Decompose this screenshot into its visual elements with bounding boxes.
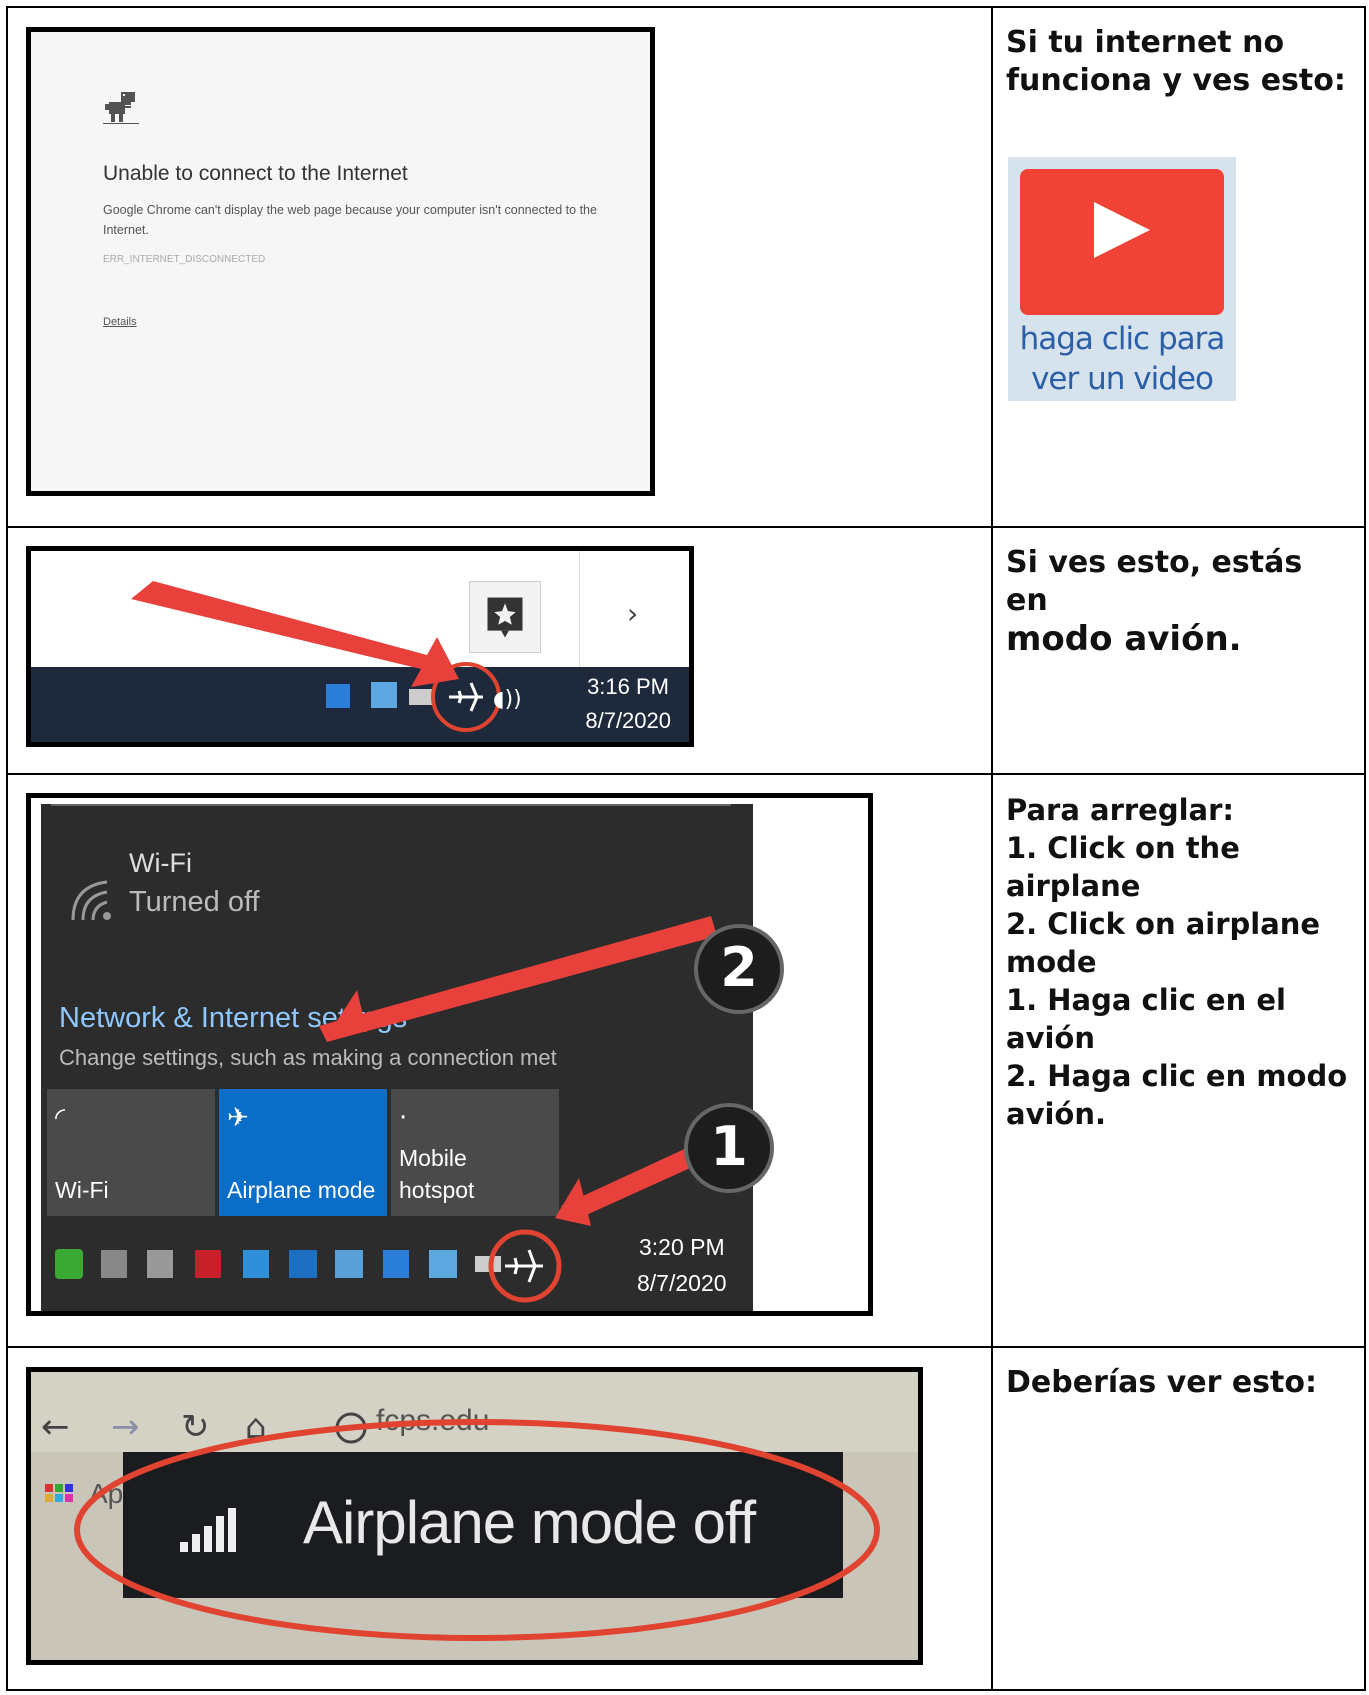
row4-image-cell: ← → ↻ ⌂ fcps.edu Ap Airplane mode off: [6, 1346, 993, 1691]
step-2-badge: 2: [694, 924, 784, 1014]
taskbar-tray-icons: [55, 916, 717, 1303]
step-1-badge: 1: [684, 1103, 774, 1193]
app-icon: [383, 1250, 409, 1278]
chrome-error-heading: Unable to connect to the Internet: [103, 162, 408, 185]
instruction-line: Para arreglar:: [1006, 793, 1235, 827]
app-icon: [147, 1250, 173, 1278]
highlight-ellipse: [74, 1419, 880, 1641]
row1-instruction-line1: Si tu internet no: [1006, 25, 1285, 60]
taskbar-airplane-screenshot: › ◖)) 3:16 PM 8/7/2020: [26, 546, 694, 747]
row2-instruction-line1: Si ves esto, estás en: [1006, 545, 1303, 618]
tray-app-icon: [371, 682, 397, 708]
row1-image-cell: Unable to connect to the Internet Google…: [6, 6, 993, 528]
red-arrow-2: [319, 916, 717, 1042]
app-icon: [101, 1250, 127, 1278]
chrome-error-description: Google Chrome can't display the web page…: [103, 203, 597, 237]
app-icon: [289, 1250, 317, 1278]
row2-text-cell: Si ves esto, estás en modo avión.: [991, 526, 1366, 775]
instruction-line: 1. Click on the: [1006, 831, 1240, 865]
row3-instructions: Para arreglar: 1. Click on the airplane …: [993, 775, 1364, 1133]
video-play-button[interactable]: haga clic para ver un video: [1008, 157, 1236, 401]
instruction-line: 1. Haga clic en el: [1006, 983, 1286, 1017]
taskbar-time: 3:16 PM: [587, 674, 669, 699]
row2-instruction: Si ves esto, estás en modo avión.: [993, 528, 1364, 658]
instruction-line: 2. Haga clic en modo: [1006, 1059, 1348, 1093]
row2-instruction-line2: modo avión.: [1006, 619, 1242, 659]
dino-icon: [103, 92, 139, 124]
app-icon: [335, 1250, 363, 1278]
details-link[interactable]: Details: [103, 316, 137, 328]
app-icon: [195, 1250, 221, 1278]
network-flyout-screenshot: Wi-Fi Turned off Network & Internet sett…: [26, 793, 873, 1316]
volume-icon: ◖)): [493, 687, 522, 712]
app-icon: [243, 1250, 269, 1278]
row4-text-cell: Deberías ver esto:: [991, 1346, 1366, 1691]
app-icon: [429, 1250, 457, 1278]
taskbar-date: 8/7/2020: [585, 708, 671, 733]
taskbar-time: 3:20 PM: [639, 1234, 725, 1260]
video-caption: haga clic para ver un video: [1008, 319, 1236, 399]
battery-icon: [475, 1256, 501, 1272]
instruction-line: avión.: [1006, 1097, 1106, 1131]
red-arrow: [131, 581, 459, 687]
row1-instruction: Si tu internet no funciona y ves esto:: [993, 8, 1364, 100]
instruction-line: mode: [1006, 945, 1097, 979]
row3-text-cell: Para arreglar: 1. Click on the airplane …: [991, 773, 1366, 1348]
instruction-line: 2. Click on airplane: [1006, 907, 1321, 941]
taskbar-date: 8/7/2020: [637, 1270, 727, 1296]
tray-app-icon: [326, 684, 350, 708]
video-caption-line2: ver un video: [1031, 361, 1214, 397]
row1-instruction-line2: funciona y ves esto:: [1006, 63, 1346, 98]
row3-image-cell: Wi-Fi Turned off Network & Internet sett…: [6, 773, 993, 1348]
instruction-line: airplane: [1006, 869, 1141, 903]
play-icon: [1094, 202, 1150, 258]
app-icon: [55, 1249, 83, 1279]
row4-instruction: Deberías ver esto:: [1006, 1365, 1317, 1400]
instruction-line: avión: [1006, 1021, 1095, 1055]
airplane-icon: [505, 1249, 543, 1283]
airplane-mode-off-photo: ← → ↻ ⌂ fcps.edu Ap Airplane mode off: [26, 1367, 923, 1665]
airplane-icon: [449, 682, 483, 712]
chrome-offline-screenshot: Unable to connect to the Internet Google…: [26, 27, 655, 496]
chrome-error-code: ERR_INTERNET_DISCONNECTED: [103, 254, 266, 265]
row2-image-cell: › ◖)) 3:16 PM 8/7/2020: [6, 526, 993, 775]
video-caption-line1: haga clic para: [1019, 321, 1226, 357]
